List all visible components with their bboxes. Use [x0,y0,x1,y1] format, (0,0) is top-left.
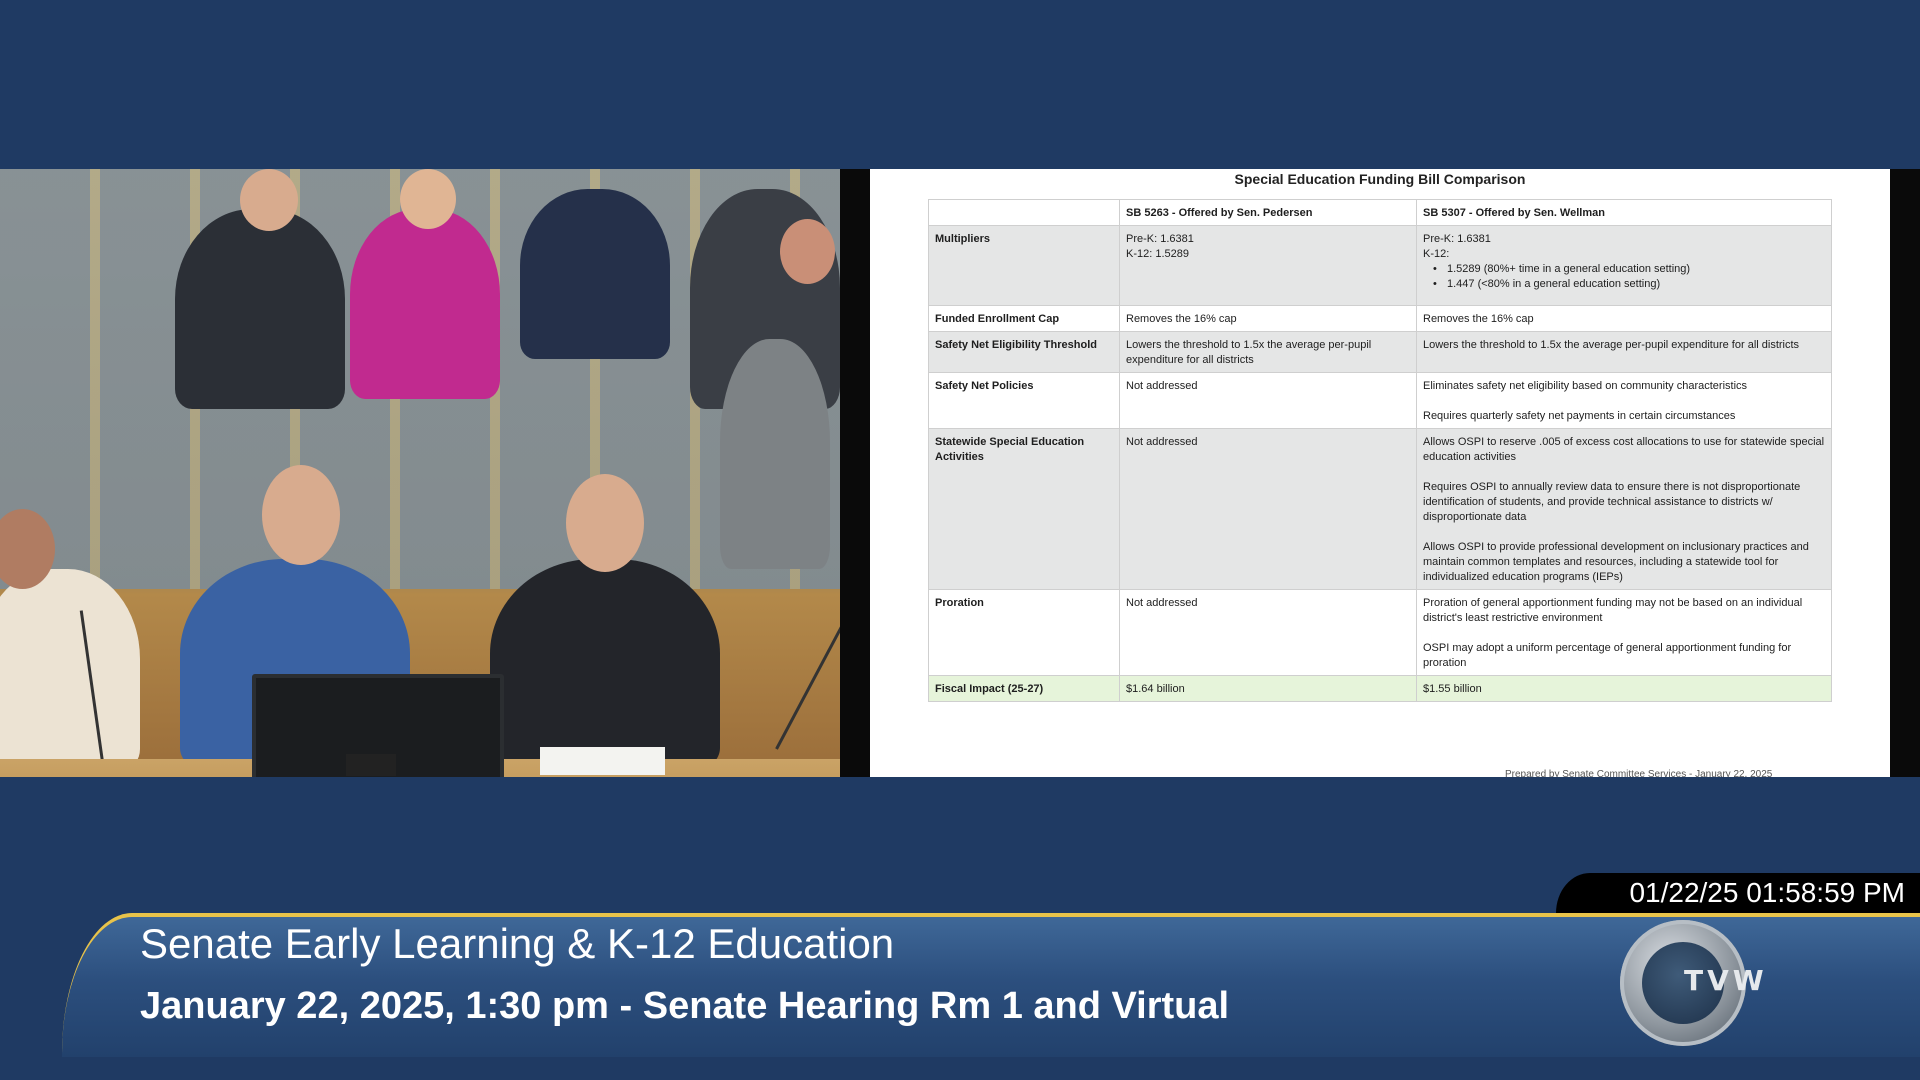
sb5263-cell: Removes the 16% cap [1119,305,1417,332]
cell-text: Lowers the threshold to 1.5x the average… [1423,339,1800,351]
monitor-stand [346,754,396,776]
sb5307-cell: Allows OSPI to reserve .005 of excess co… [1416,428,1832,590]
sb5263-cell: Pre-K: 1.6381 K-12: 1.5289 [1119,225,1417,306]
slide-footer: Prepared by Senate Committee Services - … [1505,769,1773,777]
row-label: Safety Net Policies [928,372,1120,429]
table-header-row: SB 5263 - Offered by Sen. Pedersen SB 53… [928,199,1832,226]
bullet-item: 1.5289 (80%+ time in a general education… [1423,262,1825,277]
table-header-cell: SB 5307 - Offered by Sen. Wellman [1416,199,1832,226]
audience-member-head [780,219,835,284]
cell-text: Not addressed [1126,597,1198,609]
row-label: Proration [928,589,1120,676]
sb5263-cell: Not addressed [1119,428,1417,590]
row-label: Funded Enrollment Cap [928,305,1120,332]
sb5307-cell: Removes the 16% cap [1416,305,1832,332]
row-label: Multipliers [928,225,1120,306]
panelist-right-head [566,474,644,572]
cell-text: Removes the 16% cap [1126,313,1237,325]
row-label: Statewide Special Education Activities [928,428,1120,590]
cell-text: Pre-K: 1.6381 [1423,233,1491,245]
sb5263-cell: $1.64 billion [1119,675,1417,702]
bill-comparison-table: SB 5263 - Offered by Sen. Pedersen SB 53… [928,199,1832,702]
table-row: Statewide Special Education Activities N… [928,428,1832,590]
audience-member-head [240,169,298,231]
audience-member [350,209,500,399]
cell-text: Proration of general apportionment fundi… [1423,597,1803,624]
cell-text: Not addressed [1126,380,1198,392]
table-row: Multipliers Pre-K: 1.6381 K-12: 1.5289 P… [928,225,1832,306]
bullet-item: 1.447 (<80% in a general education setti… [1423,277,1825,292]
panelist-center-head [262,465,340,565]
table-row: Safety Net Policies Not addressed Elimin… [928,372,1832,429]
table-row: Safety Net Eligibility Threshold Lowers … [928,331,1832,373]
hearing-video-feed: 12 1 2 3 4 5 6 7 8 9 10 11 [0,169,840,777]
papers [540,747,665,775]
audience-member-head [400,169,456,229]
panelist-left [0,569,140,769]
sb5263-cell: Not addressed [1119,372,1417,429]
cell-text: K-12: [1423,248,1450,260]
sb5307-cell: $1.55 billion [1416,675,1832,702]
table-header-cell [928,199,1120,226]
sb5307-cell: Lowers the threshold to 1.5x the average… [1416,331,1832,373]
sb5263-cell: Not addressed [1119,589,1417,676]
presentation-slide: Special Education Funding Bill Compariso… [870,169,1890,777]
cell-text: $1.64 billion [1126,683,1185,695]
cell-text: K-12: 1.5289 [1126,248,1189,260]
cell-text: Allows OSPI to reserve .005 of excess co… [1423,436,1825,463]
sb5307-cell: Eliminates safety net eligibility based … [1416,372,1832,429]
cell-text: OSPI may adopt a uniform percentage of g… [1423,642,1792,669]
edge-strip [1890,169,1920,777]
table-header-cell: SB 5263 - Offered by Sen. Pedersen [1119,199,1417,226]
hearing-details: January 22, 2025, 1:30 pm - Senate Heari… [140,985,1230,1027]
broadcast-timestamp: 01/22/25 01:58:59 PM [1629,877,1905,908]
table-row: Funded Enrollment Cap Removes the 16% ca… [928,305,1832,332]
panelist-right [490,559,720,769]
tvw-logo: TVW [1620,920,1764,1046]
table-row: Proration Not addressed Proration of gen… [928,589,1832,676]
cell-text: Requires OSPI to annually review data to… [1423,481,1801,523]
cell-text: Lowers the threshold to 1.5x the average… [1126,339,1372,366]
logo-text: TVW [1684,964,1768,997]
cell-text: Allows OSPI to provide professional deve… [1423,541,1809,583]
cell-text: Removes the 16% cap [1423,313,1534,325]
sb5307-cell: Pre-K: 1.6381 K-12: 1.5289 (80%+ time in… [1416,225,1832,306]
row-label: Fiscal Impact (25-27) [928,675,1120,702]
slide-title: Special Education Funding Bill Compariso… [1234,171,1526,187]
table-row-fiscal-impact: Fiscal Impact (25-27) $1.64 billion $1.5… [928,675,1832,702]
audience-member [175,209,345,409]
sb5263-cell: Lowers the threshold to 1.5x the average… [1119,331,1417,373]
microphone [775,589,840,750]
sb5307-cell: Proration of general apportionment fundi… [1416,589,1832,676]
cell-text: Not addressed [1126,436,1198,448]
audience-member [720,339,830,569]
row-label: Safety Net Eligibility Threshold [928,331,1120,373]
committee-name: Senate Early Learning & K-12 Education [140,920,895,967]
cell-text: Eliminates safety net eligibility based … [1423,380,1748,392]
cell-text: $1.55 billion [1423,683,1482,695]
cell-text: Requires quarterly safety net payments i… [1423,410,1736,422]
audience-member [520,189,670,359]
cell-text: Pre-K: 1.6381 [1126,233,1194,245]
divider-bar [840,169,870,777]
